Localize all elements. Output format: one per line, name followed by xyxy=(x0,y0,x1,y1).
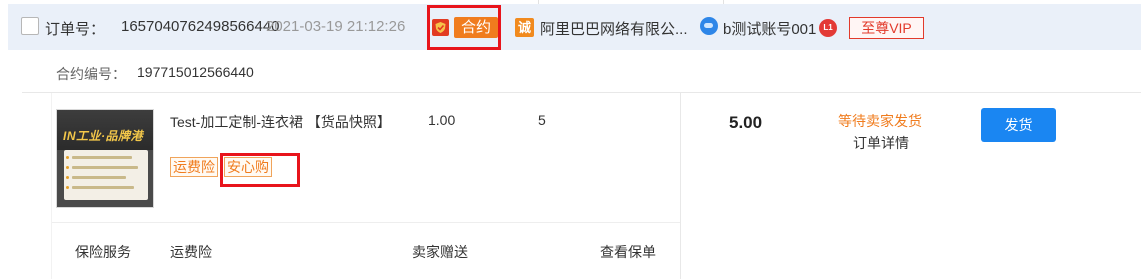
thumbnail-dot xyxy=(66,186,69,189)
quantity: 5 xyxy=(538,112,546,128)
thumbnail-line xyxy=(72,166,138,169)
thumbnail-dot xyxy=(66,156,69,159)
thumbnail-dot xyxy=(66,176,69,179)
product-title-link[interactable]: Test-加工定制-连衣裙 【货品快照】 xyxy=(170,112,400,133)
level-icon: L1 xyxy=(819,19,837,37)
thumbnail-line xyxy=(72,156,132,159)
thumbnail-dot xyxy=(66,166,69,169)
tag-freight-insurance: 运费险 xyxy=(170,157,218,177)
product-thumbnail[interactable]: IN工业·品牌港 xyxy=(56,109,154,208)
buyer-account[interactable]: b测试账号001 xyxy=(723,18,816,39)
contract-number-label: 合约编号： xyxy=(56,66,126,82)
thumbnail-line xyxy=(72,176,126,179)
contract-number: 197715012566440 xyxy=(137,64,254,80)
unit-price: 1.00 xyxy=(428,112,456,128)
cheng-icon: 诚 xyxy=(515,18,534,37)
insurance-item: 运费险 xyxy=(170,244,212,260)
divider xyxy=(52,222,680,223)
order-detail-link[interactable]: 订单详情 xyxy=(853,133,909,153)
order-status: 等待卖家发货 xyxy=(838,113,922,129)
order-number: 1657040762498566440 xyxy=(121,18,280,35)
seller-company-link[interactable]: 阿里巴巴网络有限公... xyxy=(540,18,688,39)
insurance-service-label: 保险服务 xyxy=(75,244,131,260)
thumbnail-logo: IN工业·品牌港 xyxy=(63,129,143,143)
view-policy-link[interactable]: 查看保单 xyxy=(600,242,656,262)
order-select-checkbox[interactable] xyxy=(21,17,39,35)
thumbnail-card xyxy=(64,150,148,200)
vip-badge: 至尊VIP xyxy=(849,17,924,39)
divider xyxy=(22,92,1141,93)
seller-gift-label: 卖家赠送 xyxy=(412,244,468,260)
thumbnail-line xyxy=(72,186,134,189)
order-total: 5.00 xyxy=(729,113,763,132)
wangwang-icon[interactable] xyxy=(700,17,718,35)
divider xyxy=(680,93,681,279)
order-time: 2021-03-19 21:12:26 xyxy=(266,18,406,35)
divider xyxy=(51,93,52,279)
highlight-box-anxingou xyxy=(220,153,300,187)
highlight-box-contract xyxy=(427,5,501,50)
order-number-label: 订单号： xyxy=(45,21,106,38)
ship-button[interactable]: 发货 xyxy=(981,108,1056,142)
